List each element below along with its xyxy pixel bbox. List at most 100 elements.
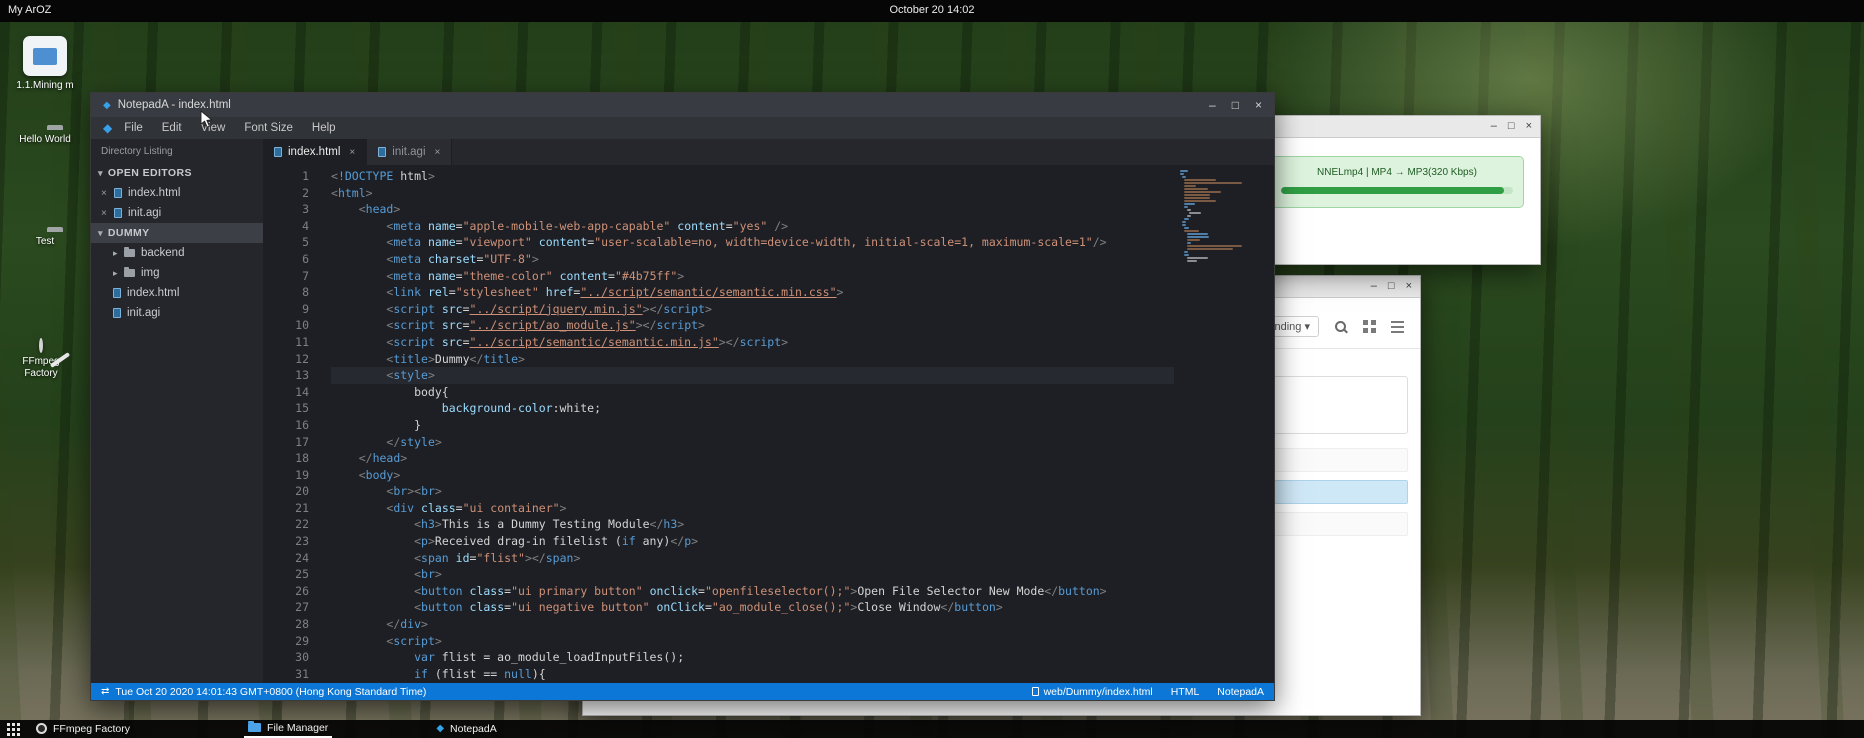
taskbar-item-file-manager[interactable]: File Manager [244, 721, 332, 738]
menu-font-size[interactable]: Font Size [244, 122, 293, 134]
code-editor[interactable]: 1234567891011121314151617181920212223242… [263, 165, 1274, 683]
code-line: body{ [331, 384, 1174, 401]
taskbar: FFmpeg Factory File Manager ◆ NotepadA [0, 720, 1864, 738]
taskbar-item-label: File Manager [267, 722, 328, 734]
ffmpeg-factory-icon [39, 338, 43, 353]
directory-sidebar: Directory Listing ▾ OPEN EDITORS × index… [91, 139, 263, 683]
search-icon[interactable] [1334, 320, 1348, 334]
conversion-task-label: NNELmp4 | MP4 → MP3(320 Kbps) [1281, 167, 1513, 178]
desktop-icon-label: Test [12, 236, 78, 248]
close-button[interactable]: × [1526, 119, 1532, 134]
close-button[interactable]: × [1255, 98, 1262, 112]
ffmpeg-factory-icon [36, 723, 47, 734]
app-tile-icon [23, 36, 67, 76]
tree-item-label: index.html [127, 287, 179, 299]
section-open-editors[interactable]: ▾ OPEN EDITORS [91, 163, 263, 183]
line-number: 15 [263, 400, 309, 417]
chevron-down-icon: ▾ [98, 228, 103, 239]
file-row[interactable] [1271, 512, 1408, 536]
maximize-button[interactable]: □ [1508, 119, 1515, 134]
tab-initagi[interactable]: init.agi × [367, 139, 452, 165]
notepada-icon: ◆ [436, 723, 444, 734]
desktop-icon-label: 1.1.Mining m [12, 80, 78, 92]
editor-tabbar: index.html × init.agi × [263, 139, 1274, 165]
file-row[interactable] [1271, 448, 1408, 472]
file-icon [113, 288, 121, 298]
minimap-line [1184, 227, 1188, 229]
line-number: 13 [263, 367, 309, 384]
tree-folder-img[interactable]: ▸ img [91, 263, 263, 283]
minimize-button[interactable]: – [1491, 119, 1497, 134]
tree-folder-backend[interactable]: ▸ backend [91, 243, 263, 263]
app-tile-glyph [33, 48, 57, 65]
file-list [1271, 376, 1408, 544]
desktop-icon-test[interactable]: Test [12, 232, 78, 248]
minimap[interactable] [1180, 170, 1258, 263]
tab-indexhtml[interactable]: index.html × [263, 139, 367, 165]
code-line: </div> [331, 616, 1174, 633]
minimap-line [1184, 182, 1241, 184]
code-line: </style> [331, 434, 1174, 451]
line-number: 23 [263, 533, 309, 550]
line-number: 29 [263, 633, 309, 650]
tree-file-indexhtml[interactable]: index.html [91, 283, 263, 303]
file-row-selected[interactable] [1271, 480, 1408, 504]
open-editor-item-indexhtml[interactable]: × index.html [91, 183, 263, 203]
minimap-line [1184, 203, 1195, 205]
minimap-line [1189, 212, 1202, 214]
desktop-icon-app[interactable]: 1.1.Mining m [12, 36, 78, 92]
open-editor-label: index.html [128, 187, 180, 199]
folder-icon [124, 269, 135, 277]
ffmpeg-titlebar[interactable]: – □ × [1254, 116, 1540, 138]
open-editor-item-initagi[interactable]: × init.agi [91, 203, 263, 223]
code-line: <style> [331, 367, 1174, 384]
minimap-line [1187, 233, 1208, 235]
close-editor-icon[interactable]: × [101, 188, 114, 199]
minimap-line [1184, 206, 1188, 208]
ffmpeg-factory-window[interactable]: – □ × NNELmp4 | MP4 → MP3(320 Kbps) [1253, 115, 1541, 265]
line-number: 17 [263, 434, 309, 451]
taskbar-item-ffmpeg-factory[interactable]: FFmpeg Factory [32, 722, 134, 737]
maximize-button[interactable]: □ [1232, 98, 1239, 112]
aroz-menu-button[interactable]: My ArOZ [8, 4, 51, 16]
section-label: DUMMY [108, 227, 150, 239]
line-number: 7 [263, 268, 309, 285]
chevron-down-icon: ▾ [1304, 321, 1310, 333]
menu-edit[interactable]: Edit [162, 122, 182, 134]
minimap-line [1184, 218, 1188, 220]
line-number: 20 [263, 483, 309, 500]
taskbar-item-notepada[interactable]: ◆ NotepadA [432, 722, 500, 737]
minimize-button[interactable]: – [1371, 279, 1377, 294]
code-line: <body> [331, 467, 1174, 484]
grid-view-icon[interactable] [1363, 320, 1376, 333]
tree-file-initagi[interactable]: init.agi [91, 303, 263, 323]
notepada-window[interactable]: ◆ NotepadA - index.html – □ × ◆ File Edi… [90, 92, 1275, 701]
code-line: </head> [331, 450, 1174, 467]
code-line: if (flist == null){ [331, 666, 1174, 683]
section-project-dummy[interactable]: ▾ DUMMY [91, 223, 263, 243]
menu-help[interactable]: Help [312, 122, 336, 134]
close-button[interactable]: × [1406, 279, 1412, 294]
desktop-icon-ffmpeg-factory[interactable]: FFmpeg Factory [12, 340, 70, 380]
minimap-line [1187, 239, 1200, 241]
list-view-icon[interactable] [1391, 320, 1404, 333]
notepada-titlebar[interactable]: ◆ NotepadA - index.html – □ × [91, 93, 1274, 117]
close-tab-icon[interactable]: × [435, 147, 441, 158]
app-launcher-button[interactable] [4, 721, 24, 737]
file-icon [378, 147, 386, 157]
file-card[interactable] [1271, 376, 1408, 434]
close-tab-icon[interactable]: × [349, 147, 355, 158]
code-line: <button class="ui negative button" onCli… [331, 599, 1174, 616]
minimize-button[interactable]: – [1209, 98, 1216, 112]
menu-file[interactable]: File [124, 122, 143, 134]
line-number: 24 [263, 550, 309, 567]
desktop-icon-hello-world[interactable]: Hello World [12, 130, 78, 146]
minimap-line [1180, 170, 1188, 172]
line-number: 19 [263, 467, 309, 484]
maximize-button[interactable]: □ [1388, 279, 1395, 294]
file-icon [114, 208, 122, 218]
code-line: <br> [331, 566, 1174, 583]
code-line: <meta name="apple-mobile-web-app-capable… [331, 218, 1174, 235]
code-line: <br><br> [331, 483, 1174, 500]
close-editor-icon[interactable]: × [101, 208, 114, 219]
